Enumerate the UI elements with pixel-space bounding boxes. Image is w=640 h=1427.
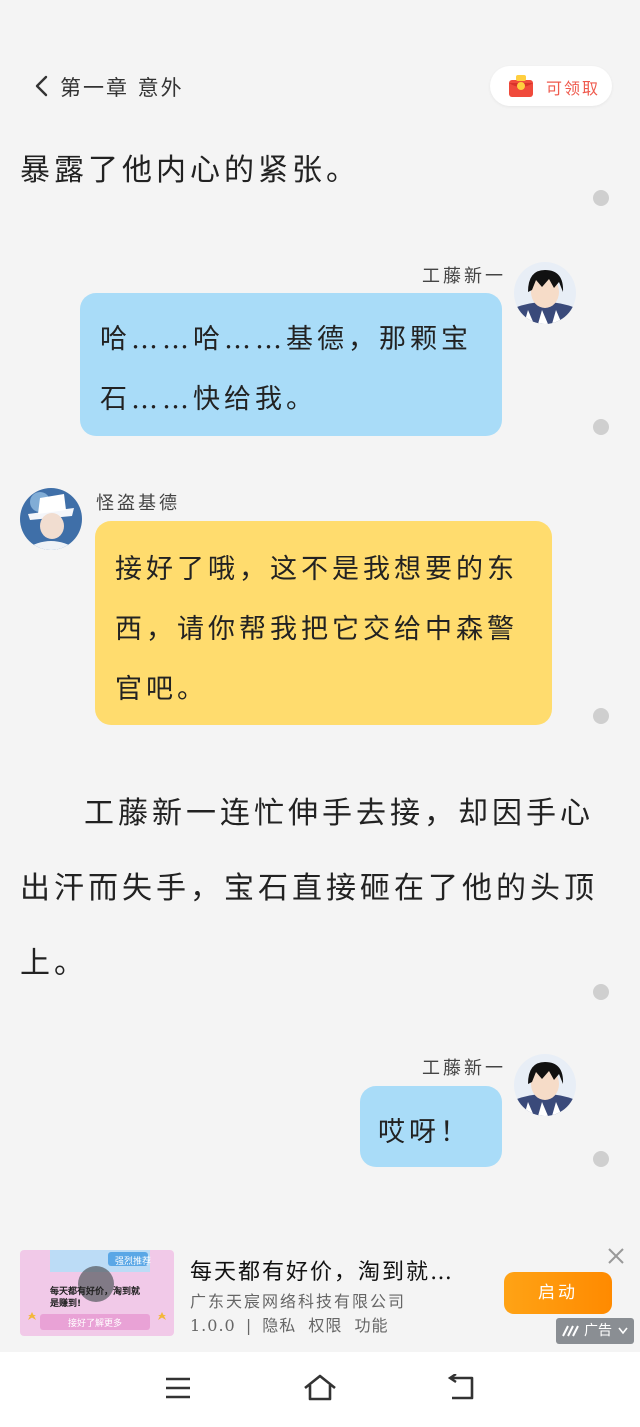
ad-image-tag: 强烈推荐 [115, 1257, 152, 1267]
chapter-title[interactable]: 第一章 意外 [60, 72, 184, 102]
ad-logo-icon [562, 1325, 579, 1337]
ad-image[interactable]: 强烈推荐 每天都有好价，淘到就是赚到! 接好了解更多 [20, 1250, 174, 1336]
sender-name: 工藤新一 [422, 266, 506, 287]
chat-bubble: 哈……哈……基德，那颗宝 石……快给我。 [80, 293, 502, 436]
ad-image-footer: 接好了解更多 [68, 1319, 123, 1329]
ad-divider: | [245, 1316, 253, 1335]
chat-bubble: 接好了哦，这不是我想要的东 西，请你帮我把它交给中森警 官吧。 [95, 521, 552, 725]
paragraph-text: 上。 [20, 946, 88, 981]
bubble-line: 接好了哦，这不是我想要的东 [115, 554, 518, 585]
bubble-line: 哎呀！ [378, 1117, 471, 1148]
bubble-line: 西，请你帮我把它交给中森警 [115, 614, 518, 645]
back-nav-icon[interactable] [446, 1374, 478, 1402]
comment-dot[interactable] [593, 708, 609, 724]
avatar-kid[interactable] [20, 488, 82, 550]
chat-bubble: 哎呀！ [360, 1086, 502, 1167]
ad-permission-link[interactable]: 权限 [308, 1316, 342, 1335]
red-envelope-icon [509, 75, 533, 97]
sender-name: 怪盗基德 [96, 493, 180, 514]
sender-name: 工藤新一 [422, 1058, 506, 1079]
menu-icon[interactable] [164, 1376, 192, 1400]
bubble-line: 官吧。 [115, 674, 208, 705]
reward-button[interactable]: 可领取 [490, 66, 612, 106]
system-nav-bar [0, 1352, 640, 1427]
bubble-line: 哈……哈……基德，那颗宝 [100, 324, 472, 355]
ad-image-caption: 每天都有好价，淘到就是赚到! [50, 1287, 141, 1309]
ad-version: 1.0.0 [190, 1316, 236, 1335]
paragraph-text: 工藤新一连忙伸手去接，却因手心 [84, 796, 594, 831]
home-icon[interactable] [302, 1372, 338, 1402]
avatar-kudo-image [514, 262, 576, 324]
avatar-kudo[interactable] [514, 1054, 576, 1116]
chevron-down-icon [618, 1327, 628, 1335]
comment-dot[interactable] [593, 984, 609, 1000]
ad-title[interactable]: 每天都有好价，淘到就… [190, 1254, 454, 1286]
ad-launch-button[interactable]: 启动 [504, 1272, 612, 1314]
comment-dot[interactable] [593, 419, 609, 435]
ad-company: 广东天宸网络科技有限公司 [190, 1292, 407, 1311]
ad-meta: 1.0.0 | 隐私 权限 功能 [190, 1312, 389, 1336]
ad-feature-link[interactable]: 功能 [355, 1316, 389, 1335]
close-icon[interactable] [606, 1246, 626, 1266]
paragraph-text: 暴露了他内心的紧张。 [20, 153, 360, 188]
avatar-kudo[interactable] [514, 262, 576, 324]
ad-privacy-link[interactable]: 隐私 [262, 1316, 296, 1335]
back-arrow-icon[interactable] [30, 74, 54, 98]
ad-label-badge[interactable]: 广告 [556, 1318, 634, 1344]
ad-label: 广告 [584, 1323, 612, 1339]
avatar-kid-image [20, 488, 82, 550]
reward-label: 可领取 [546, 79, 601, 98]
bubble-line: 石……快给我。 [100, 384, 317, 415]
avatar-kudo-image [514, 1054, 576, 1116]
comment-dot[interactable] [593, 190, 609, 206]
comment-dot[interactable] [593, 1151, 609, 1167]
paragraph-text: 出汗而失手，宝石直接砸在了他的头顶 [20, 871, 598, 906]
